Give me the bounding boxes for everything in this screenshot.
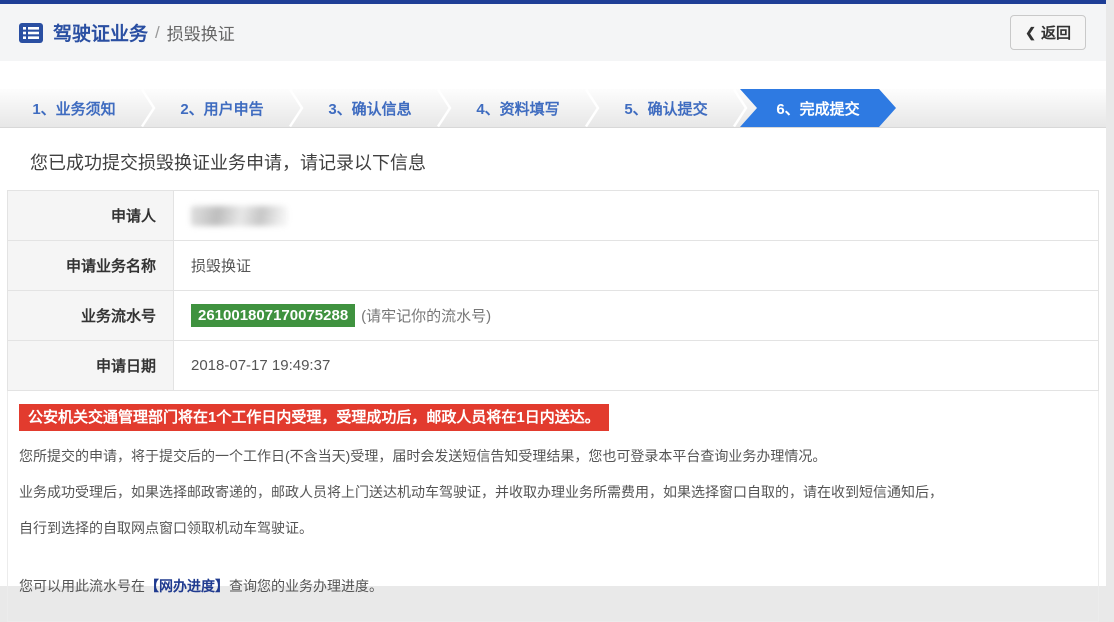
step-tab-6-active[interactable]: 6、完成提交 <box>740 89 896 127</box>
step-wizard: 1、业务须知 2、用户申告 3、确认信息 4、资料填写 5、确认提交 <box>0 89 1106 128</box>
breadcrumb-separator: / <box>155 23 160 43</box>
back-button-label: 返回 <box>1041 22 1071 43</box>
content-card: 驾驶证业务 / 损毁换证 ❮ 返回 1、业务须知 2、用户申告 3、确认信息 <box>0 0 1106 586</box>
step-tab-2[interactable]: 2、用户申告 <box>148 89 296 127</box>
table-row-business-name: 申请业务名称 损毁换证 <box>8 241 1098 291</box>
row-value: 2018-07-17 19:49:37 <box>174 341 1098 390</box>
notice-paragraph: 自行到选择的自取网点窗口领取机动车驾驶证。 <box>19 513 1087 543</box>
table-row-serial-number: 业务流水号 261001807170075288 (请牢记你的流水号) <box>8 291 1098 341</box>
row-label: 申请业务名称 <box>8 241 174 290</box>
info-table: 申请人 申请业务名称 损毁换证 业务流水号 261001807170075288… <box>7 190 1099 391</box>
chevron-left-icon: ❮ <box>1025 26 1036 39</box>
success-heading: 您已成功提交损毁换证业务申请，请记录以下信息 <box>0 128 1106 190</box>
page-title: 驾驶证业务 <box>53 19 148 46</box>
back-button[interactable]: ❮ 返回 <box>1010 15 1086 50</box>
steps-filler <box>896 89 1106 127</box>
row-label: 业务流水号 <box>8 291 174 340</box>
table-row-applicant: 申请人 <box>8 191 1098 241</box>
serial-number-badge: 261001807170075288 <box>191 304 355 327</box>
table-row-apply-date: 申请日期 2018-07-17 19:49:37 <box>8 341 1098 391</box>
page-header: 驾驶证业务 / 损毁换证 ❮ 返回 <box>0 4 1106 61</box>
progress-hint: 您可以用此流水号在【网办进度】查询您的业务办理进度。 <box>19 571 1087 601</box>
step-tab-3[interactable]: 3、确认信息 <box>296 89 444 127</box>
row-label: 申请日期 <box>8 341 174 390</box>
row-value: 261001807170075288 (请牢记你的流水号) <box>174 291 1098 340</box>
row-label: 申请人 <box>8 191 174 240</box>
notice-paragraph: 您所提交的申请，将于提交后的一个工作日(不含当天)受理，届时会发送短信告知受理结… <box>19 441 1087 471</box>
redacted-applicant-name <box>191 206 287 226</box>
breadcrumb-current: 损毁换证 <box>167 20 235 45</box>
step-tab-5[interactable]: 5、确认提交 <box>592 89 740 127</box>
notice-paragraph: 业务成功受理后，如果选择邮政寄递的，邮政人员将上门送达机动车驾驶证，并收取办理业… <box>19 477 1087 507</box>
list-icon <box>18 22 44 44</box>
row-value: 损毁换证 <box>174 241 1098 290</box>
serial-number-note: (请牢记你的流水号) <box>361 305 491 326</box>
alert-banner: 公安机关交通管理部门将在1个工作日内受理，受理成功后，邮政人员将在1日内送达。 <box>19 404 609 431</box>
step-tab-4[interactable]: 4、资料填写 <box>444 89 592 127</box>
step-tab-1[interactable]: 1、业务须知 <box>0 89 148 127</box>
row-value <box>174 191 1098 240</box>
notice-section: 公安机关交通管理部门将在1个工作日内受理，受理成功后，邮政人员将在1日内送达。 … <box>7 391 1099 622</box>
